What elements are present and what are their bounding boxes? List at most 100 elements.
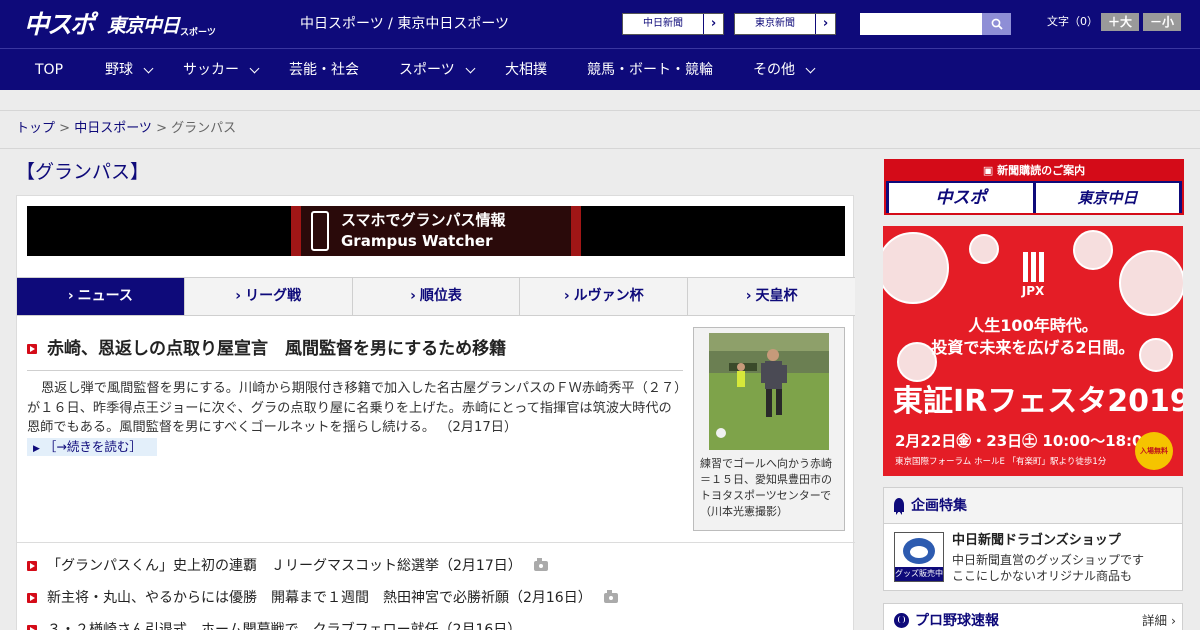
tab-league[interactable]: › リーグ戦 [183,278,352,315]
bullet-arrow-icon [27,561,37,571]
bullet-arrow-icon [27,593,37,603]
logo-chuspo: 中スポ [24,10,95,39]
divider [0,148,1200,149]
read-more-label: ［→続きを読む］ [43,439,142,454]
camera-icon [603,590,618,603]
chevron-down-icon [465,63,476,73]
chevron-right-icon: › [815,14,835,34]
nav-item-racing[interactable]: 競馬・ボート・競輪 [587,49,713,91]
headline-text: 赤崎、恩返しの点取り屋宣言 風間監督を男にするため移籍 [47,339,507,359]
read-more-link[interactable]: ▶ ［→続きを読む］ [27,438,157,456]
tab-label: リーグ戦 [245,288,302,304]
nav-item-sumo[interactable]: 大相撲 [505,49,547,91]
chevron-right-icon: › [67,288,74,304]
subscription-header: ▣ 新聞購読のご案内 [886,161,1182,181]
nav-item-top[interactable]: TOP [35,49,63,91]
nav-item-label: 芸能・社会 [289,61,359,78]
smartphone-icon [311,211,329,251]
chunichi-shimbun-link[interactable]: 中日新聞 › [622,13,724,35]
tab-levain-cup[interactable]: › ルヴァン杯 [519,278,687,315]
feature-header: 企画特集 [884,488,1182,524]
nav-item-label: サッカー [183,61,239,78]
nav-item-entertainment[interactable]: 芸能・社会 [289,49,359,91]
news-item[interactable]: ３・２楢崎さん引退式 ホーム開幕戦で クラブフェロー就任（2月16日） [27,621,521,630]
shop-description: ここにしかないオリジナル商品も [952,569,1133,583]
goods-on-sale-label: グッズ販売中 [895,567,943,581]
newspaper-icon: ▣ [982,164,994,177]
ad-title: 東証IRフェスタ2019 [893,384,1183,419]
font-size-label: 文字（0） [1047,15,1098,28]
nav-item-label: 大相撲 [505,61,547,78]
main-panel: スマホでグランパス情報 Grampus Watcher › ニュース › リーグ戦 … [16,195,855,630]
feature-title: 企画特集 [911,498,967,514]
triangle-right-icon: ▶ [33,444,40,454]
banner-line2: Grampus Watcher [341,232,493,250]
ad-portrait [969,234,999,264]
site-name: 中日スポーツ / 東京中日スポーツ [300,16,510,32]
subscription-header-text: 新聞購読のご案内 [997,164,1086,177]
jpx-logo: JPX [1013,252,1053,298]
font-smaller-button[interactable]: －小 [1143,13,1181,31]
breadcrumb-top-link[interactable]: トップ [16,121,55,136]
breadcrumb-separator: > [55,121,75,136]
chevron-down-icon [249,63,260,73]
banner-stripe [571,206,581,256]
tab-label: 順位表 [419,288,462,304]
tab-emperors-cup[interactable]: › 天皇杯 [687,278,855,315]
bullet-arrow-icon [27,344,37,354]
subscription-tokyo-chunichi[interactable]: 東京中日 [1036,183,1179,213]
logo-tokyo-sub: スポーツ [180,28,216,38]
nav-item-baseball[interactable]: 野球 [105,49,154,91]
player-photo-illustration [709,333,829,450]
baseball-icon [894,613,909,628]
breadcrumb: トップ > 中日スポーツ > グランパス [16,121,236,137]
top-header: 中スポ 東京中日 スポーツ 中日スポーツ / 東京中日スポーツ 中日新聞 › 東… [0,0,1200,48]
baseball-score-box: プロ野球速報 詳細 › [883,603,1183,630]
nav-item-other[interactable]: その他 [753,49,816,91]
news-item[interactable]: 「グランパスくん」史上初の連覇 Ｊリーグマスコット総選挙（2月17日） [27,557,548,575]
tab-standings[interactable]: › 順位表 [351,278,520,315]
story-photo[interactable] [709,333,829,450]
grampus-watcher-banner[interactable]: スマホでグランパス情報 Grampus Watcher [27,206,845,256]
photo-caption: 練習でゴールへ向かう赤崎＝１５日、愛知県豊田市のトヨタスポーツセンターで（川本光… [700,457,832,518]
ad-portrait [1073,230,1113,270]
breadcrumb-section-link[interactable]: 中日スポーツ [74,121,152,136]
site-logo[interactable]: 中スポ 東京中日 スポーツ [24,8,216,40]
news-item-text: ３・２楢崎さん引退式 ホーム開幕戦で クラブフェロー就任（2月16日） [47,622,522,630]
category-tabs: › ニュース › リーグ戦 › 順位表 › ルヴァン杯 › 天皇杯 [17,277,855,316]
ad-venue: 東京国際フォーラム ホールE 「有楽町」駅より徒歩1分 [895,457,1107,467]
chevron-right-icon: › [410,288,416,304]
bullet-arrow-icon [27,625,37,630]
feature-box: 企画特集 グッズ販売中 中日新聞ドラゴンズショップ 中日新聞直営のグッズショップ… [883,487,1183,591]
chevron-right-icon: › [703,14,723,34]
ad-tagline-1: 人生100年時代。 [968,316,1098,335]
subscription-ad[interactable]: ▣ 新聞購読のご案内 中スポ 東京中日 [884,159,1184,215]
jpx-label: JPX [1021,284,1045,298]
baseball-details-link[interactable]: 詳細 › [1142,613,1176,629]
dragons-shop-link[interactable]: 中日新聞ドラゴンズショップ [952,532,1121,549]
dragons-shop-thumbnail[interactable]: グッズ販売中 [894,532,944,582]
ad-portrait [883,232,949,304]
divider [17,542,855,543]
nav-item-label: スポーツ [399,61,455,78]
ad-portrait [1119,250,1183,316]
photo-box: 練習でゴールへ向かう赤崎＝１５日、愛知県豊田市のトヨタスポーツセンターで（川本光… [693,327,845,531]
search-input[interactable] [860,13,982,35]
main-nav: TOP 野球 サッカー 芸能・社会 スポーツ 大相撲 競馬・ボート・競輪 その他 [0,48,1200,90]
news-item[interactable]: 新主将・丸山、やるからには優勝 開幕まで１週間 熱田神宮で必勝祈願（2月16日） [27,589,618,607]
nav-item-soccer[interactable]: サッカー [183,49,260,91]
nav-item-sports[interactable]: スポーツ [399,49,476,91]
tokyo-shimbun-link[interactable]: 東京新聞 › [734,13,836,35]
chevron-right-icon: › [563,288,570,304]
tab-news[interactable]: › ニュース [17,278,184,315]
top-story-headline[interactable]: 赤崎、恩返しの点取り屋宣言 風間監督を男にするため移籍 [27,338,506,360]
search-button[interactable] [982,13,1011,35]
free-admission-badge: 入場無料 [1135,432,1173,470]
subscription-chuspo[interactable]: 中スポ [889,183,1033,213]
ir-festa-ad[interactable]: JPX 人生100年時代。 投資で未来を広げる2日間。 東証IRフェスタ2019… [883,226,1183,476]
nav-item-label: その他 [753,61,795,78]
top-story-body: 恩返し弾で風間監督を男にする。川崎から期限付き移籍で加入した名古屋グランパスのＦ… [27,381,681,435]
font-bigger-button[interactable]: ＋大 [1101,13,1139,31]
page-title: 【グランパス】 [16,161,150,183]
tab-label: ルヴァン杯 [573,288,644,304]
